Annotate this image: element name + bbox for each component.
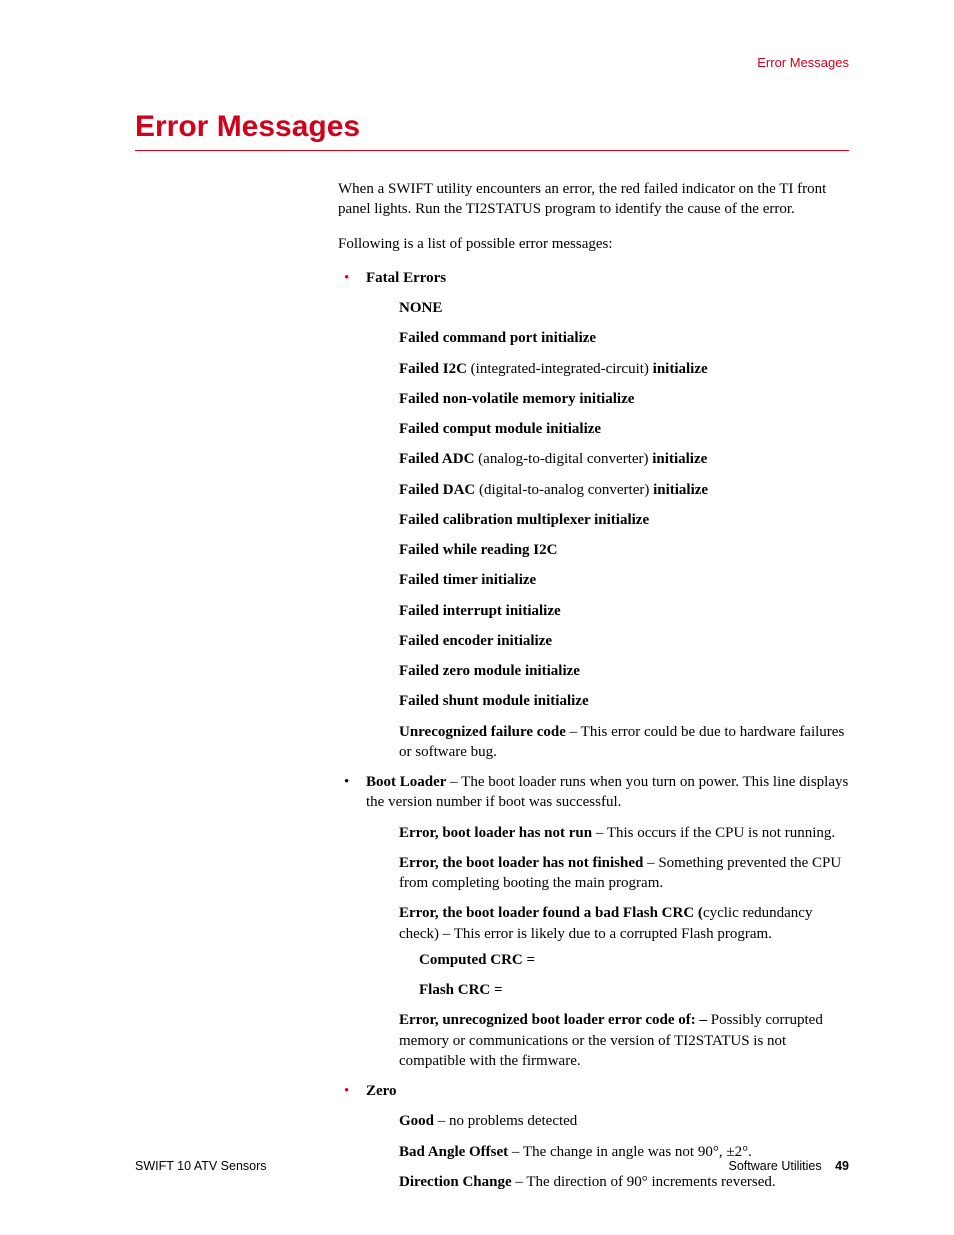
boot-notrun-b: Error, boot loader has not run [399, 825, 592, 841]
page-title: Error Messages [135, 110, 849, 151]
fatal-heading: Fatal Errors [366, 270, 446, 286]
fatal-dac-b2: initialize [653, 482, 708, 498]
fatal-dac-b1: Failed DAC [399, 482, 479, 498]
fatal-cmdport: Failed command port initialize [399, 330, 596, 346]
footer: SWIFT 10 ATV Sensors Software Utilities … [135, 1159, 849, 1173]
intro-para-1: When a SWIFT utility encounters an error… [338, 179, 849, 220]
fatal-i2c-paren: (integrated-integrated-circuit) [471, 361, 653, 377]
fatal-zero: Failed zero module initialize [399, 663, 580, 679]
fatal-interrupt: Failed interrupt initialize [399, 603, 561, 619]
fatal-readi2c: Failed while reading I2C [399, 542, 557, 558]
boot-computed-crc: Computed CRC = [419, 952, 535, 968]
header-right: Error Messages [135, 55, 849, 70]
fatal-adc-paren: (analog-to-digital converter) [478, 451, 652, 467]
body: When a SWIFT utility encounters an error… [338, 179, 849, 1192]
fatal-i2c-b1: Failed I2C [399, 361, 471, 377]
boot-heading: Boot Loader [366, 774, 446, 790]
zero-dir-b: Direction Change [399, 1174, 512, 1190]
fatal-adc-b2: initialize [652, 451, 707, 467]
boot-unrec-b: Error, unrecognized boot loader error co… [399, 1012, 711, 1028]
fatal-unrec-b: Unrecognized failure code [399, 724, 566, 740]
fatal-none: NONE [399, 300, 442, 316]
fatal-calib: Failed calibration multiplexer initializ… [399, 512, 649, 528]
intro-para-2: Following is a list of possible error me… [338, 234, 849, 254]
fatal-shunt: Failed shunt module initialize [399, 693, 589, 709]
zero-dir-t: – The direction of 90° increments revers… [512, 1174, 776, 1190]
footer-section-label: Software Utilities [729, 1159, 822, 1173]
boot-badcrc-b: Error, the boot loader found a bad Flash… [399, 905, 703, 921]
fatal-i2c-b2: initialize [653, 361, 708, 377]
zero-heading: Zero [366, 1083, 397, 1099]
fatal-encoder: Failed encoder initialize [399, 633, 552, 649]
footer-right: Software Utilities 49 [729, 1159, 849, 1173]
footer-left: SWIFT 10 ATV Sensors [135, 1159, 267, 1173]
section-fatal-errors: Fatal Errors NONE Failed command port in… [338, 268, 849, 762]
fatal-adc-b1: Failed ADC [399, 451, 478, 467]
fatal-dac-paren: (digital-to-analog converter) [479, 482, 653, 498]
footer-page-number: 49 [835, 1159, 849, 1173]
fatal-comput: Failed comput module initialize [399, 421, 601, 437]
fatal-nvm: Failed non-volatile memory initialize [399, 391, 634, 407]
boot-notfin-b: Error, the boot loader has not finished [399, 855, 643, 871]
section-zero: Zero Good – no problems detected Bad Ang… [338, 1081, 849, 1192]
boot-notrun-t: – This occurs if the CPU is not running. [592, 825, 835, 841]
zero-bao-t: – The change in angle was not 90°, ±2°. [508, 1144, 752, 1160]
section-boot-loader: Boot Loader – The boot loader runs when … [338, 772, 849, 1071]
zero-good-t: – no problems detected [434, 1113, 577, 1129]
fatal-timer: Failed timer initialize [399, 572, 536, 588]
boot-flash-crc: Flash CRC = [419, 982, 503, 998]
zero-good-b: Good [399, 1113, 434, 1129]
zero-bao-b: Bad Angle Offset [399, 1144, 508, 1160]
